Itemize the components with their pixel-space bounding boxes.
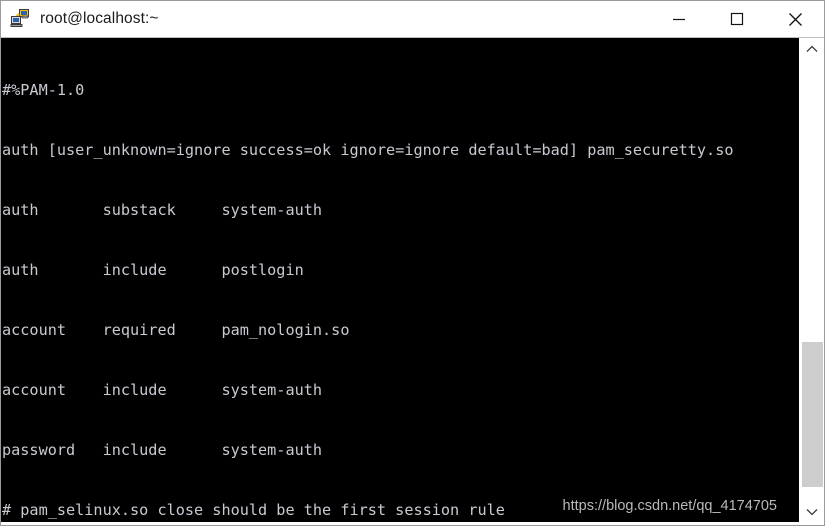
scroll-up-arrow-icon[interactable]: [800, 38, 824, 60]
window-bottom-edge: [1, 522, 824, 525]
terminal-line: password include system-auth: [2, 441, 323, 459]
terminal-line: auth [user_unknown=ignore success=ok ign…: [2, 141, 734, 159]
terminal-area: #%PAM-1.0 auth [user_unknown=ignore succ…: [1, 37, 824, 522]
terminal-line: #%PAM-1.0: [2, 81, 85, 99]
maximize-button[interactable]: [708, 1, 766, 37]
putty-terminal-icon: [10, 8, 32, 30]
scroll-down-arrow-icon[interactable]: [800, 500, 824, 522]
window-title: root@localhost:~: [40, 10, 159, 27]
scrollbar-track[interactable]: [800, 60, 824, 500]
terminal-line: # pam_selinux.so close should be the fir…: [2, 501, 505, 519]
scrollbar-thumb[interactable]: [802, 341, 823, 487]
terminal-line: account required pam_nologin.so: [2, 321, 350, 339]
title-bar[interactable]: root@localhost:~: [1, 1, 824, 37]
close-button[interactable]: [766, 1, 824, 37]
window-controls: [650, 1, 824, 37]
terminal-line: account include system-auth: [2, 381, 323, 399]
minimize-button[interactable]: [650, 1, 708, 37]
vertical-scrollbar[interactable]: [799, 38, 824, 522]
terminal-window: root@localhost:~ #%PAM-1.0 auth [user_un…: [0, 0, 825, 526]
terminal-line: auth include postlogin: [2, 261, 304, 279]
terminal-line: auth substack system-auth: [2, 201, 323, 219]
terminal-screen[interactable]: #%PAM-1.0 auth [user_unknown=ignore succ…: [1, 38, 799, 522]
